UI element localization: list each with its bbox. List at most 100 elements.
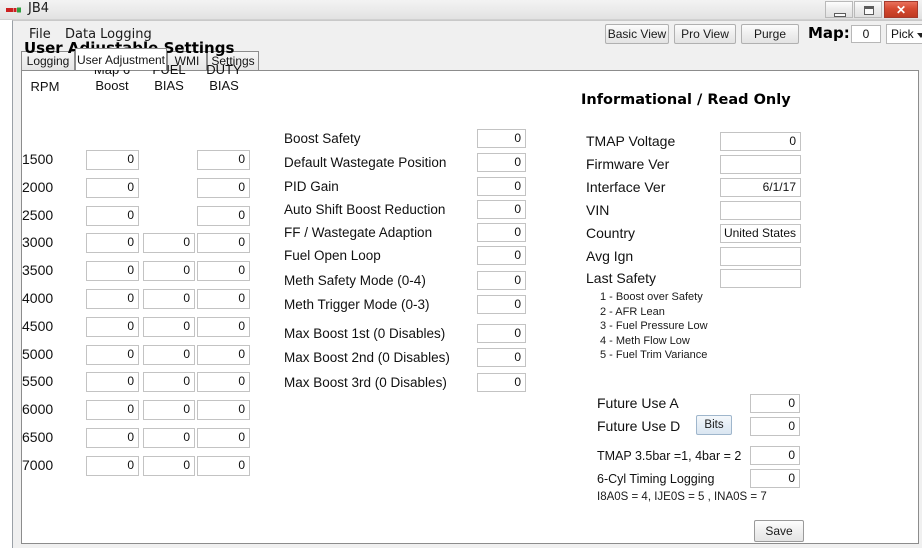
cell-duty-bias[interactable]: 0 bbox=[197, 400, 250, 420]
close-button[interactable]: ✕ bbox=[884, 1, 918, 18]
safety-code-item: 1 - Boost over Safety bbox=[600, 291, 703, 303]
basic-view-button[interactable]: Basic View bbox=[605, 24, 669, 44]
cell-duty-bias[interactable]: 0 bbox=[197, 428, 250, 448]
setting-input[interactable]: 0 bbox=[477, 129, 526, 148]
setting-input[interactable]: 0 bbox=[477, 246, 526, 265]
map-number-input[interactable]: 0 bbox=[851, 25, 881, 43]
cell-map6-boost[interactable]: 0 bbox=[86, 233, 139, 253]
setting-input[interactable]: 0 bbox=[477, 295, 526, 314]
cell-value: 0 bbox=[238, 374, 245, 388]
cell-value: 0 bbox=[127, 152, 134, 166]
cell-value: 0 bbox=[127, 235, 134, 249]
rpm-row-label: 4500 bbox=[22, 318, 54, 334]
pro-view-button[interactable]: Pro View bbox=[674, 24, 736, 44]
future-use-label: 6-Cyl Timing Logging bbox=[597, 472, 715, 486]
readonly-field-value-box: 6/1/17 bbox=[720, 178, 801, 197]
cell-duty-bias[interactable]: 0 bbox=[197, 233, 250, 253]
cell-value: 0 bbox=[127, 374, 134, 388]
cell-duty-bias[interactable]: 0 bbox=[197, 261, 250, 281]
cell-map6-boost[interactable]: 0 bbox=[86, 206, 139, 226]
cell-value: 0 bbox=[238, 235, 245, 249]
cell-fuel-bias[interactable]: 0 bbox=[143, 289, 195, 309]
readonly-field-value-box: 0 bbox=[720, 132, 801, 151]
cell-map6-boost[interactable]: 0 bbox=[86, 178, 139, 198]
bits-button[interactable]: Bits bbox=[696, 415, 732, 435]
setting-input[interactable]: 0 bbox=[477, 177, 526, 196]
rpm-row-label: 6500 bbox=[22, 429, 54, 445]
tab-user-adjustment[interactable]: User Adjustment bbox=[75, 48, 167, 70]
cell-fuel-bias[interactable]: 0 bbox=[143, 345, 195, 365]
setting-label: FF / Wastegate Adaption bbox=[284, 225, 433, 240]
readonly-field-label: Avg Ign bbox=[586, 248, 634, 264]
cell-duty-bias[interactable]: 0 bbox=[197, 317, 250, 337]
readonly-field-value: 0 bbox=[789, 134, 796, 148]
cell-duty-bias[interactable]: 0 bbox=[197, 372, 250, 392]
future-use-input[interactable]: 0 bbox=[750, 394, 800, 413]
minimize-button[interactable] bbox=[825, 1, 853, 18]
cell-map6-boost[interactable]: 0 bbox=[86, 345, 139, 365]
cell-duty-bias[interactable]: 0 bbox=[197, 178, 250, 198]
cell-fuel-bias[interactable]: 0 bbox=[143, 456, 195, 476]
rpm-row-label: 6000 bbox=[22, 401, 54, 417]
future-use-label: TMAP 3.5bar =1, 4bar = 2 bbox=[597, 449, 742, 463]
setting-input[interactable]: 0 bbox=[477, 153, 526, 172]
cell-map6-boost[interactable]: 0 bbox=[86, 317, 139, 337]
maximize-icon bbox=[864, 6, 874, 15]
cell-value: 0 bbox=[238, 402, 245, 416]
cell-map6-boost[interactable]: 0 bbox=[86, 289, 139, 309]
setting-value: 0 bbox=[514, 202, 521, 216]
future-use-input[interactable]: 0 bbox=[750, 446, 800, 465]
setting-input[interactable]: 0 bbox=[477, 223, 526, 242]
setting-value: 0 bbox=[514, 248, 521, 262]
cell-duty-bias[interactable]: 0 bbox=[197, 150, 250, 170]
cell-fuel-bias[interactable]: 0 bbox=[143, 261, 195, 281]
future-use-input[interactable]: 0 bbox=[750, 417, 800, 436]
cell-value: 0 bbox=[127, 263, 134, 277]
cell-map6-boost[interactable]: 0 bbox=[86, 150, 139, 170]
column-header-duty-line2: BIAS bbox=[209, 78, 239, 93]
cell-value: 0 bbox=[238, 180, 245, 194]
cell-map6-boost[interactable]: 0 bbox=[86, 428, 139, 448]
setting-value: 0 bbox=[514, 131, 521, 145]
column-header-duty-line1: DUTY bbox=[206, 62, 242, 77]
cell-map6-boost[interactable]: 0 bbox=[86, 261, 139, 281]
save-button[interactable]: Save bbox=[754, 520, 804, 542]
cell-fuel-bias[interactable]: 0 bbox=[143, 317, 195, 337]
setting-input[interactable]: 0 bbox=[477, 373, 526, 392]
window-title: JB4 bbox=[28, 1, 50, 16]
cell-duty-bias[interactable]: 0 bbox=[197, 206, 250, 226]
tab-strip: Logging User Adjustment WMI Settings bbox=[13, 48, 922, 70]
map-pick-dropdown[interactable]: Pick bbox=[886, 24, 922, 44]
window-titlebar: JB4 ✕ bbox=[0, 0, 922, 20]
column-header-duty-bias: DUTY BIAS bbox=[196, 62, 252, 94]
informational-readonly-heading: Informational / Read Only bbox=[581, 92, 791, 108]
setting-label: Default Wastegate Position bbox=[284, 155, 447, 170]
cell-fuel-bias[interactable]: 0 bbox=[143, 428, 195, 448]
cell-value: 0 bbox=[238, 152, 245, 166]
cell-fuel-bias[interactable]: 0 bbox=[143, 233, 195, 253]
setting-value: 0 bbox=[514, 297, 521, 311]
setting-label: Auto Shift Boost Reduction bbox=[284, 202, 446, 217]
purge-button[interactable]: Purge bbox=[741, 24, 799, 44]
cell-value: 0 bbox=[127, 458, 134, 472]
setting-input[interactable]: 0 bbox=[477, 324, 526, 343]
readonly-field-value-box bbox=[720, 155, 801, 174]
cell-fuel-bias[interactable]: 0 bbox=[143, 400, 195, 420]
future-use-label: Future Use A bbox=[597, 395, 679, 411]
maximize-button[interactable] bbox=[854, 1, 882, 18]
cell-duty-bias[interactable]: 0 bbox=[197, 456, 250, 476]
cell-value: 0 bbox=[183, 263, 190, 277]
cell-duty-bias[interactable]: 0 bbox=[197, 289, 250, 309]
cell-map6-boost[interactable]: 0 bbox=[86, 456, 139, 476]
cell-map6-boost[interactable]: 0 bbox=[86, 372, 139, 392]
cell-map6-boost[interactable]: 0 bbox=[86, 400, 139, 420]
cell-duty-bias[interactable]: 0 bbox=[197, 345, 250, 365]
setting-input[interactable]: 0 bbox=[477, 271, 526, 290]
setting-input[interactable]: 0 bbox=[477, 348, 526, 367]
cell-fuel-bias[interactable]: 0 bbox=[143, 372, 195, 392]
readonly-field-value-box: United States bbox=[720, 224, 801, 243]
setting-label: Meth Safety Mode (0-4) bbox=[284, 273, 426, 288]
setting-input[interactable]: 0 bbox=[477, 200, 526, 219]
future-use-input[interactable]: 0 bbox=[750, 469, 800, 488]
cell-value: 0 bbox=[238, 208, 245, 222]
